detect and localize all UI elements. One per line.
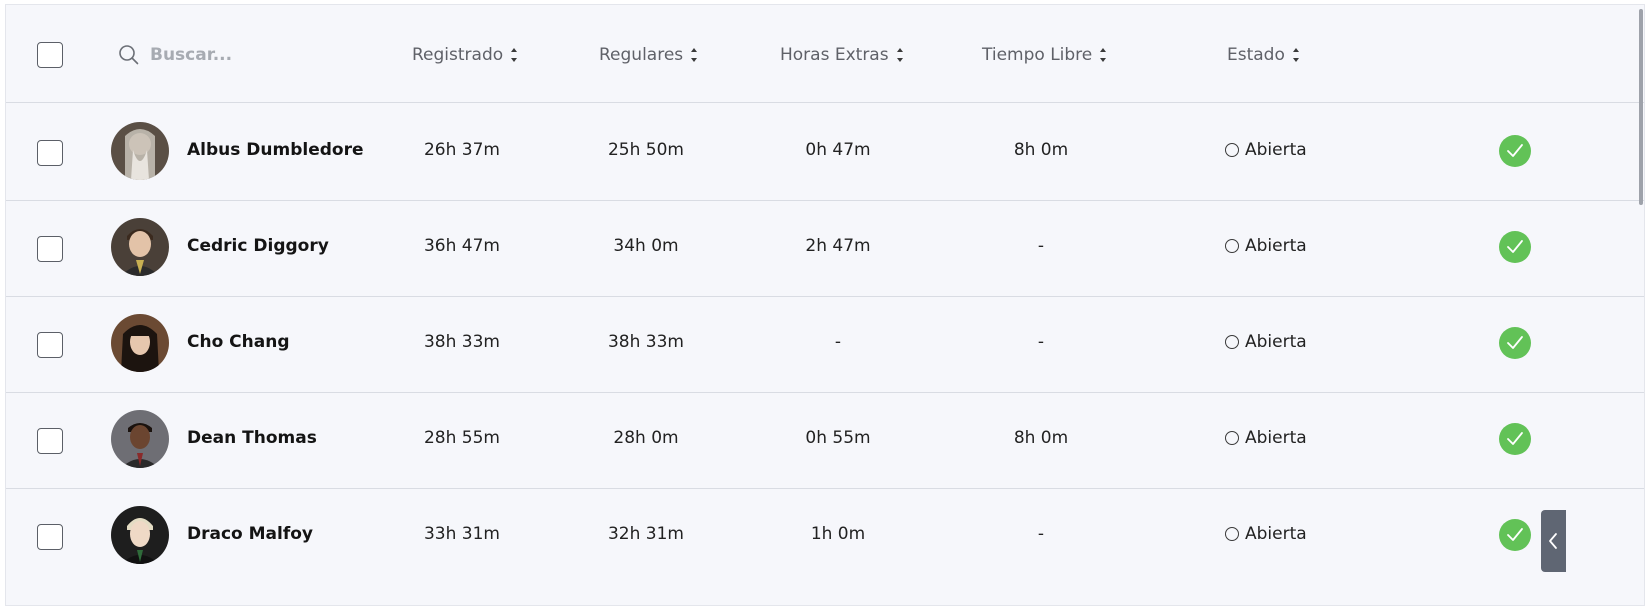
row-checkbox[interactable] xyxy=(37,332,63,358)
employee-name[interactable]: Draco Malfoy xyxy=(187,524,313,544)
cell-registrado: 38h 33m xyxy=(423,332,501,352)
column-header-label: Tiempo Libre xyxy=(982,45,1093,65)
status-label: Abierta xyxy=(1245,332,1307,352)
cell-tiempo-libre: - xyxy=(1037,332,1045,352)
circle-open-icon xyxy=(1225,527,1239,541)
cell-regulares: 34h 0m xyxy=(613,236,679,256)
circle-open-icon xyxy=(1225,335,1239,349)
cell-tiempo-libre: 8h 0m xyxy=(1013,140,1069,160)
cell-regulares: 32h 31m xyxy=(607,524,685,544)
sort-icon xyxy=(691,48,698,62)
table-row[interactable]: Cho Chang 38h 33m 38h 33m - - Abierta xyxy=(6,292,1644,393)
cell-horas-extras: 2h 47m xyxy=(805,236,871,256)
cell-horas-extras: - xyxy=(834,332,842,352)
scrollbar-thumb[interactable] xyxy=(1639,9,1643,205)
avatar xyxy=(111,218,169,276)
avatar xyxy=(111,410,169,468)
status-label: Abierta xyxy=(1245,524,1307,544)
status-label: Abierta xyxy=(1245,428,1307,448)
cell-horas-extras: 0h 47m xyxy=(805,140,871,160)
cell-tiempo-libre: - xyxy=(1037,524,1045,544)
approve-button[interactable] xyxy=(1499,135,1531,167)
sort-icon xyxy=(896,48,903,62)
table-row[interactable]: Cedric Diggory 36h 47m 34h 0m 2h 47m - A… xyxy=(6,196,1644,297)
cell-registrado: 26h 37m xyxy=(423,140,501,160)
status-badge: Abierta xyxy=(1225,428,1307,448)
column-header-label: Regulares xyxy=(599,45,684,65)
employee-name[interactable]: Dean Thomas xyxy=(187,428,317,448)
approve-button[interactable] xyxy=(1499,231,1531,263)
search-icon xyxy=(119,45,139,65)
approve-button[interactable] xyxy=(1499,423,1531,455)
approve-button[interactable] xyxy=(1499,327,1531,359)
cell-registrado: 28h 55m xyxy=(423,428,501,448)
status-badge: Abierta xyxy=(1225,332,1307,352)
status-badge: Abierta xyxy=(1225,236,1307,256)
table-row[interactable]: Dean Thomas 28h 55m 28h 0m 0h 55m 8h 0m … xyxy=(6,388,1644,489)
status-label: Abierta xyxy=(1245,140,1307,160)
avatar xyxy=(111,506,169,564)
table-row[interactable]: Draco Malfoy 33h 31m 32h 31m 1h 0m - Abi… xyxy=(6,484,1644,585)
approve-button[interactable] xyxy=(1499,519,1531,551)
check-icon xyxy=(1507,528,1523,541)
cell-regulares: 28h 0m xyxy=(613,428,679,448)
table-row[interactable]: Albus Dumbledore 26h 37m 25h 50m 0h 47m … xyxy=(6,100,1644,201)
row-checkbox[interactable] xyxy=(37,236,63,262)
sort-icon xyxy=(511,48,518,62)
cell-tiempo-libre: 8h 0m xyxy=(1013,428,1069,448)
column-header-label: Horas Extras xyxy=(780,45,889,65)
row-checkbox[interactable] xyxy=(37,140,63,166)
status-badge: Abierta xyxy=(1225,140,1307,160)
circle-open-icon xyxy=(1225,239,1239,253)
timesheet-table: Registrado Regulares Horas Extras Tiempo… xyxy=(5,4,1645,606)
employee-name[interactable]: Albus Dumbledore xyxy=(187,140,364,160)
row-checkbox[interactable] xyxy=(37,428,63,454)
select-all-checkbox[interactable] xyxy=(37,42,63,68)
cell-regulares: 38h 33m xyxy=(607,332,685,352)
column-header-horas-extras[interactable]: Horas Extras xyxy=(780,43,905,67)
cell-regulares: 25h 50m xyxy=(607,140,685,160)
sort-icon xyxy=(1100,48,1107,62)
column-header-label: Estado xyxy=(1227,45,1285,65)
employee-name[interactable]: Cho Chang xyxy=(187,332,290,352)
column-header-regulares[interactable]: Regulares xyxy=(599,43,699,67)
cell-tiempo-libre: - xyxy=(1037,236,1045,256)
table-header: Registrado Regulares Horas Extras Tiempo… xyxy=(6,5,1644,103)
status-label: Abierta xyxy=(1245,236,1307,256)
check-icon xyxy=(1507,144,1523,157)
column-header-label: Registrado xyxy=(412,45,504,65)
column-header-tiempo-libre[interactable]: Tiempo Libre xyxy=(982,43,1108,67)
check-icon xyxy=(1507,240,1523,253)
status-badge: Abierta xyxy=(1225,524,1307,544)
avatar xyxy=(111,122,169,180)
employee-name[interactable]: Cedric Diggory xyxy=(187,236,329,256)
search-input[interactable] xyxy=(150,43,350,67)
cell-registrado: 36h 47m xyxy=(423,236,501,256)
circle-open-icon xyxy=(1225,431,1239,445)
side-panel-toggle[interactable] xyxy=(1541,510,1566,572)
row-checkbox[interactable] xyxy=(37,524,63,550)
cell-registrado: 33h 31m xyxy=(423,524,501,544)
column-header-estado[interactable]: Estado xyxy=(1227,43,1301,67)
column-header-registrado[interactable]: Registrado xyxy=(412,43,519,67)
check-icon xyxy=(1507,336,1523,349)
chevron-left-icon xyxy=(1549,533,1557,549)
sort-icon xyxy=(1292,48,1299,62)
cell-horas-extras: 1h 0m xyxy=(810,524,866,544)
cell-horas-extras: 0h 55m xyxy=(805,428,871,448)
check-icon xyxy=(1507,432,1523,445)
circle-open-icon xyxy=(1225,143,1239,157)
avatar xyxy=(111,314,169,372)
